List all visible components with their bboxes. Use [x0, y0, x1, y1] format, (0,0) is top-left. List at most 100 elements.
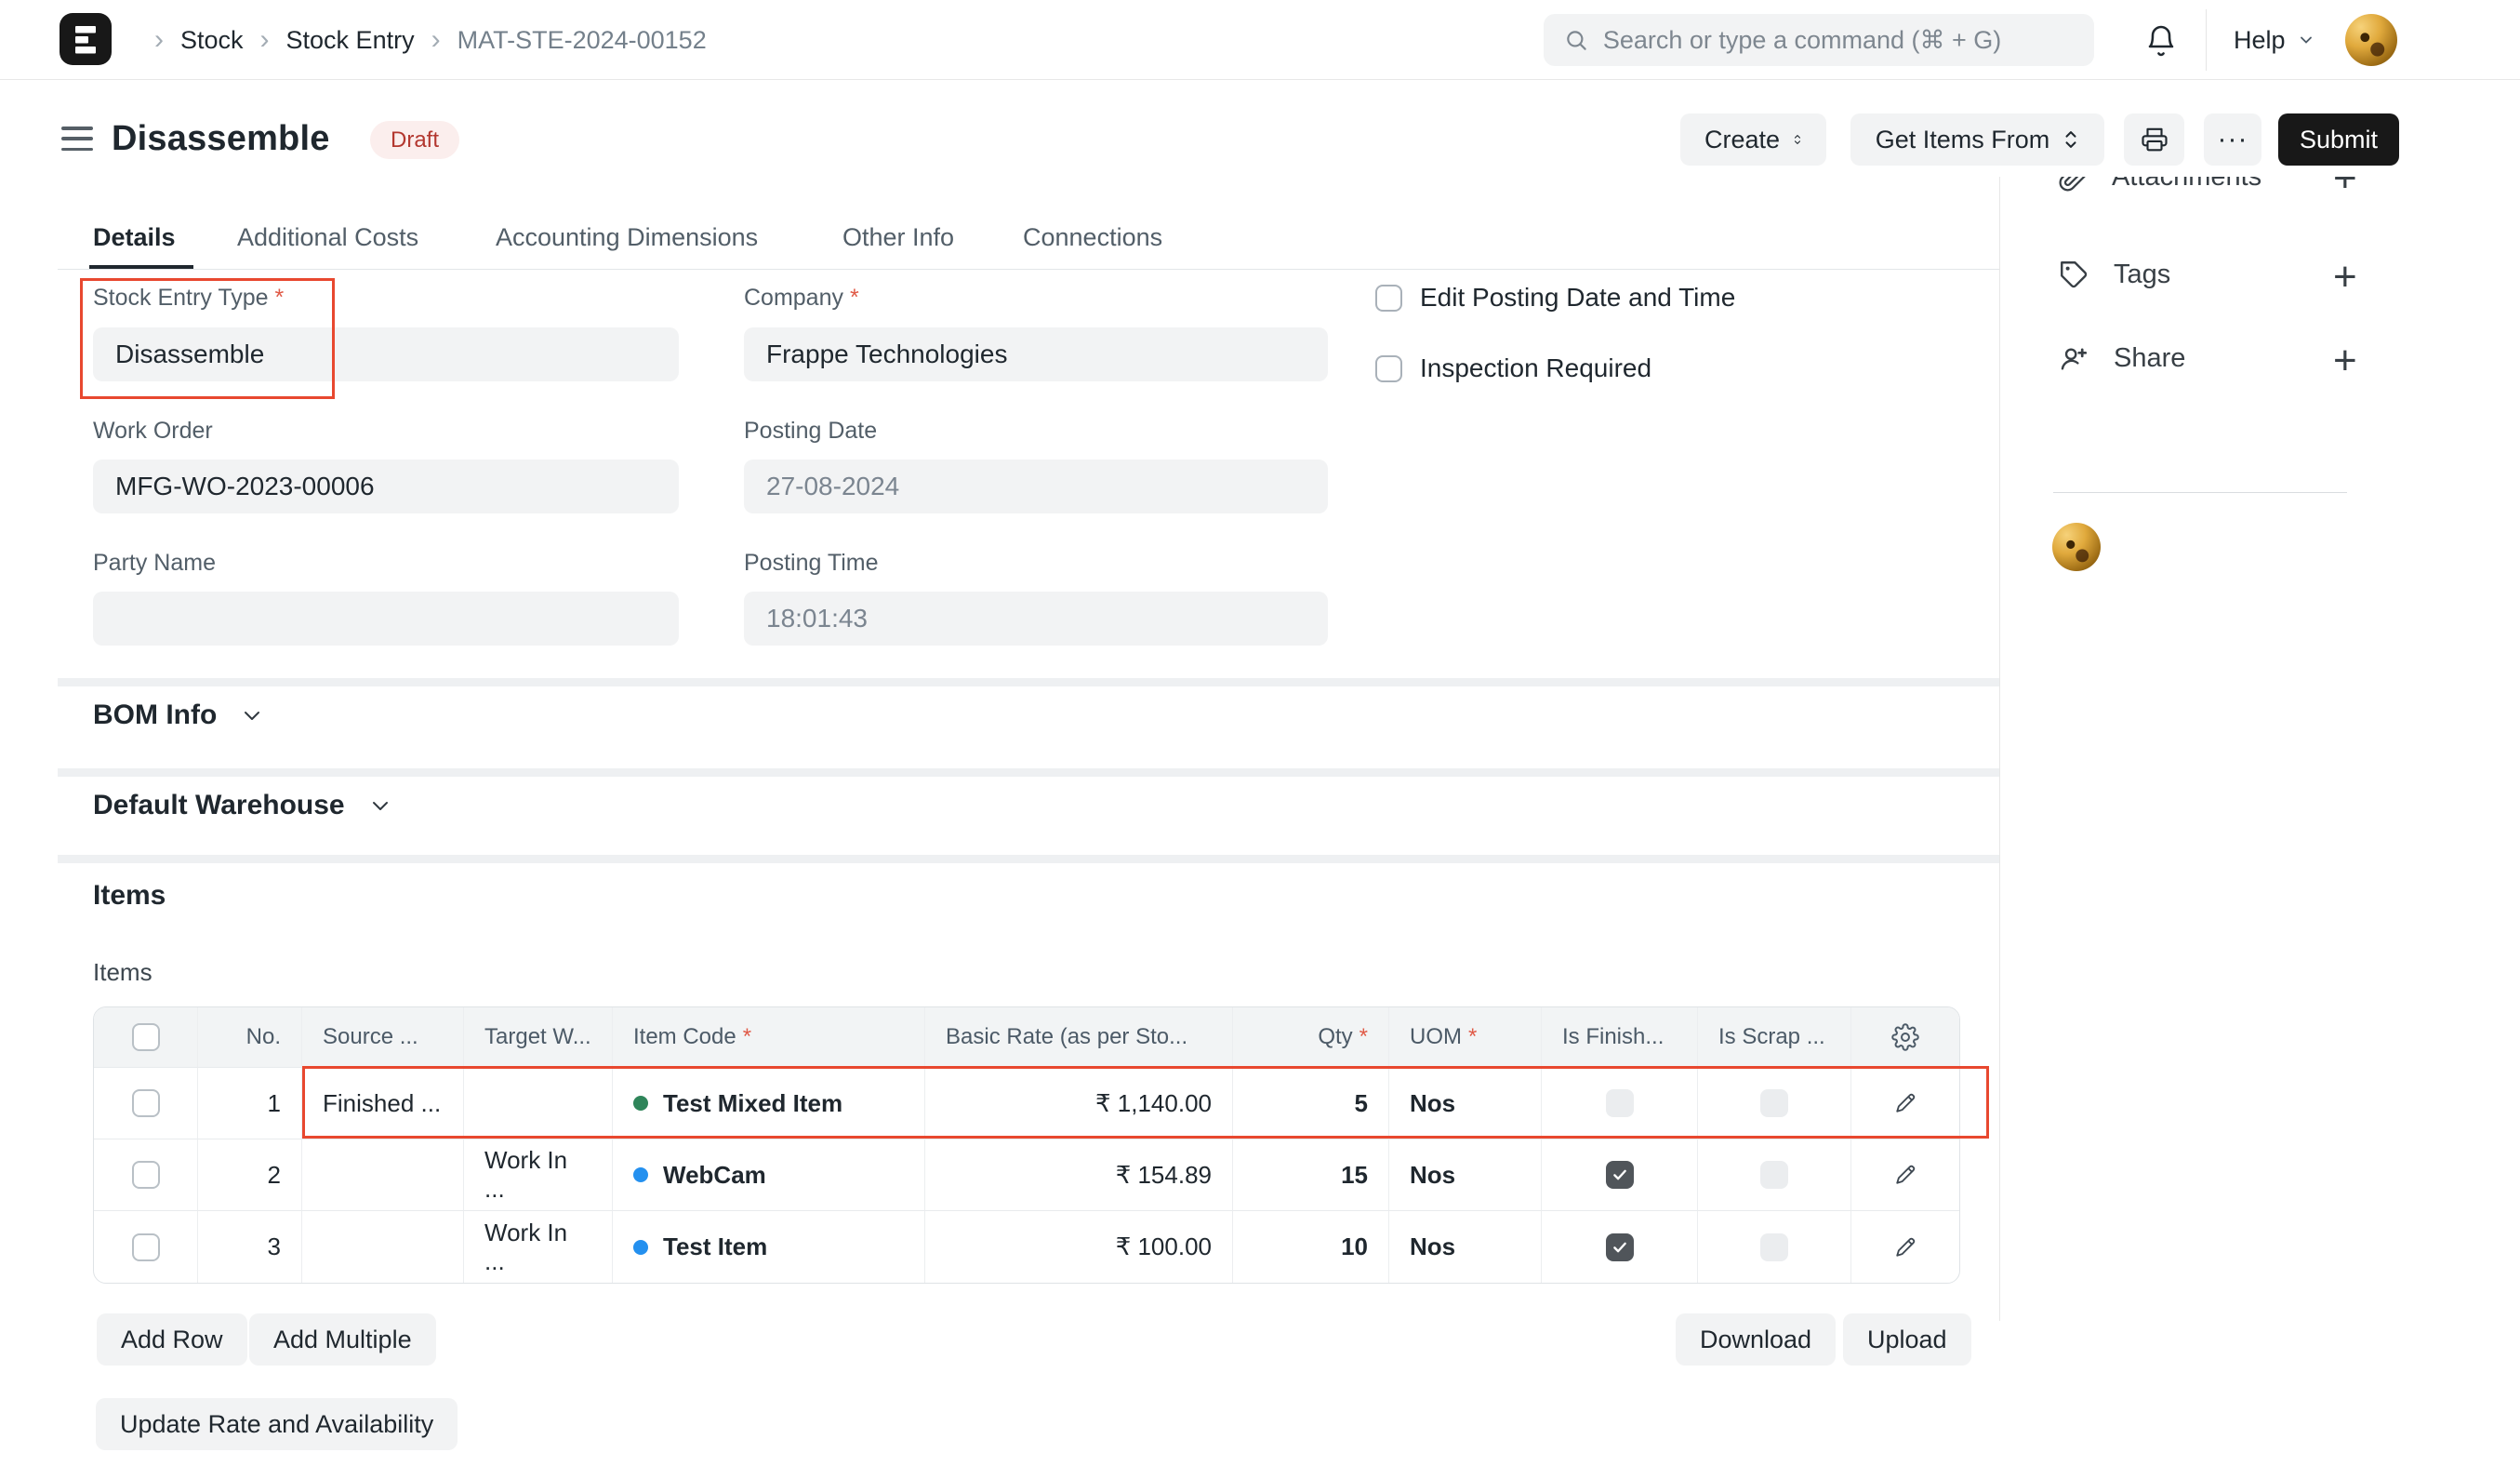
more-actions-button[interactable]: ···: [2204, 113, 2261, 166]
company-field[interactable]: Frappe Technologies: [744, 327, 1328, 381]
row-checkbox[interactable]: [131, 1089, 160, 1117]
col-is-scrap: Is Scrap ...: [1698, 1007, 1851, 1068]
tab-connections[interactable]: Connections: [1023, 223, 1162, 252]
app-logo[interactable]: [60, 13, 112, 70]
pencil-icon[interactable]: [1892, 1162, 1918, 1188]
check-icon: [1612, 1169, 1626, 1180]
sidebar-share[interactable]: Share: [2058, 342, 2185, 374]
default-warehouse-label: Default Warehouse: [93, 790, 345, 820]
section-default-warehouse[interactable]: Default Warehouse: [93, 790, 391, 821]
tab-accounting-dimensions[interactable]: Accounting Dimensions: [496, 223, 758, 252]
stock-entry-type-field[interactable]: Disassemble: [93, 327, 679, 381]
is-finished-checkbox[interactable]: [1605, 1161, 1634, 1189]
sidebar-toggle-button[interactable]: [61, 127, 93, 151]
table-row-1-edit: [1851, 1068, 1959, 1139]
table-row-3-target[interactable]: Work In ...: [464, 1211, 613, 1283]
create-button-label: Create: [1704, 125, 1781, 153]
row-checkbox[interactable]: [131, 1161, 160, 1189]
tab-additional-costs[interactable]: Additional Costs: [237, 223, 418, 252]
table-row-2-item[interactable]: WebCam: [613, 1139, 925, 1211]
help-menu[interactable]: Help: [2234, 0, 2315, 80]
col-is-finished: Is Finish...: [1542, 1007, 1698, 1068]
sidebar-tags[interactable]: Tags: [2058, 259, 2170, 290]
is-scrap-checkbox[interactable]: [1760, 1089, 1788, 1117]
tab-other-info[interactable]: Other Info: [842, 223, 954, 252]
tab-details[interactable]: Details: [93, 223, 176, 252]
breadcrumb-item-stock[interactable]: Stock: [180, 26, 244, 55]
update-rate-button[interactable]: Update Rate and Availability: [96, 1398, 458, 1450]
breadcrumb-item-stock-entry[interactable]: Stock Entry: [286, 26, 415, 55]
get-items-from-button[interactable]: Get Items From: [1850, 113, 2104, 166]
upload-button[interactable]: Upload: [1843, 1313, 1971, 1366]
global-search[interactable]: [1544, 14, 2094, 66]
navbar: › Stock › Stock Entry › MAT-STE-2024-001…: [0, 0, 2520, 80]
add-row-button[interactable]: Add Row: [97, 1313, 247, 1366]
posting-date-field[interactable]: 27-08-2024: [744, 460, 1328, 513]
sidebar-attachments[interactable]: Attachments: [2058, 177, 2261, 193]
page-title: Disassemble: [112, 119, 330, 158]
row-checkbox[interactable]: [131, 1232, 160, 1261]
user-avatar[interactable]: [2345, 14, 2397, 66]
table-row-1-rate[interactable]: ₹ 1,140.00: [925, 1068, 1233, 1139]
table-row-2-uom[interactable]: Nos: [1389, 1139, 1542, 1211]
download-button[interactable]: Download: [1676, 1313, 1837, 1366]
update-rate-label: Update Rate and Availability: [120, 1409, 434, 1438]
table-row-2-qty[interactable]: 15: [1233, 1139, 1389, 1211]
search-input[interactable]: [1602, 25, 2074, 55]
is-finished-checkbox[interactable]: [1605, 1232, 1634, 1261]
required-mark: *: [1468, 1024, 1478, 1049]
table-row-3-edit: [1851, 1211, 1959, 1283]
table-row-1-select: [94, 1068, 198, 1139]
table-row-1-item[interactable]: Test Mixed Item: [613, 1068, 925, 1139]
notifications-button[interactable]: [2144, 24, 2178, 62]
table-row-3-rate[interactable]: ₹ 100.00: [925, 1211, 1233, 1283]
submit-button-label: Submit: [2299, 125, 2379, 153]
table-row-1-source[interactable]: Finished ...: [302, 1068, 464, 1139]
work-order-label: Work Order: [93, 418, 213, 444]
erpnext-logo-icon: [60, 13, 112, 65]
is-scrap-checkbox[interactable]: [1760, 1232, 1788, 1261]
bom-info-label: BOM Info: [93, 700, 218, 730]
section-bom-info[interactable]: BOM Info: [93, 700, 263, 731]
pencil-icon[interactable]: [1892, 1234, 1918, 1260]
inspection-required-checkbox[interactable]: [1375, 354, 1402, 382]
table-row-3-source[interactable]: [302, 1211, 464, 1283]
work-order-field[interactable]: MFG-WO-2023-00006: [93, 460, 679, 513]
breadcrumb-chevron-icon: ›: [259, 24, 270, 55]
status-dot-green: [633, 1096, 648, 1111]
is-finished-checkbox[interactable]: [1605, 1089, 1634, 1117]
table-row-2-is-scrap: [1698, 1139, 1851, 1211]
party-name-field[interactable]: [93, 592, 679, 646]
table-row-2-target[interactable]: Work In ...: [464, 1139, 613, 1211]
table-row-3-item[interactable]: Test Item: [613, 1211, 925, 1283]
gear-icon[interactable]: [1891, 1023, 1919, 1051]
posting-time-field[interactable]: 18:01:43: [744, 592, 1328, 646]
add-tag-button[interactable]: +: [2333, 257, 2357, 298]
select-all-checkbox[interactable]: [131, 1023, 160, 1051]
table-row-3-qty[interactable]: 10: [1233, 1211, 1389, 1283]
viewer-avatar[interactable]: [2052, 523, 2101, 571]
table-row-3-uom[interactable]: Nos: [1389, 1211, 1542, 1283]
edit-posting-checkbox[interactable]: [1375, 284, 1402, 312]
section-divider: [58, 768, 1999, 777]
table-row-2-edit: [1851, 1139, 1959, 1211]
upload-label: Upload: [1867, 1325, 1947, 1353]
pencil-icon[interactable]: [1892, 1090, 1918, 1116]
select-chevrons-icon: [2065, 131, 2076, 148]
table-row-1-target[interactable]: [464, 1068, 613, 1139]
submit-button[interactable]: Submit: [2278, 113, 2399, 166]
share-add-button[interactable]: +: [2333, 340, 2357, 381]
add-attachment-button[interactable]: +: [2333, 177, 2357, 199]
table-row-1-uom[interactable]: Nos: [1389, 1068, 1542, 1139]
table-row-1-qty[interactable]: 5: [1233, 1068, 1389, 1139]
section-divider: [58, 855, 1999, 863]
table-row-2-rate[interactable]: ₹ 154.89: [925, 1139, 1233, 1211]
col-uom: UOM *: [1389, 1007, 1542, 1068]
section-divider: [58, 678, 1999, 686]
status-dot-blue: [633, 1239, 648, 1255]
create-button[interactable]: Create: [1680, 113, 1826, 166]
print-button[interactable]: [2124, 113, 2184, 166]
is-scrap-checkbox[interactable]: [1760, 1161, 1788, 1189]
table-row-2-source[interactable]: [302, 1139, 464, 1211]
add-multiple-button[interactable]: Add Multiple: [249, 1313, 436, 1366]
